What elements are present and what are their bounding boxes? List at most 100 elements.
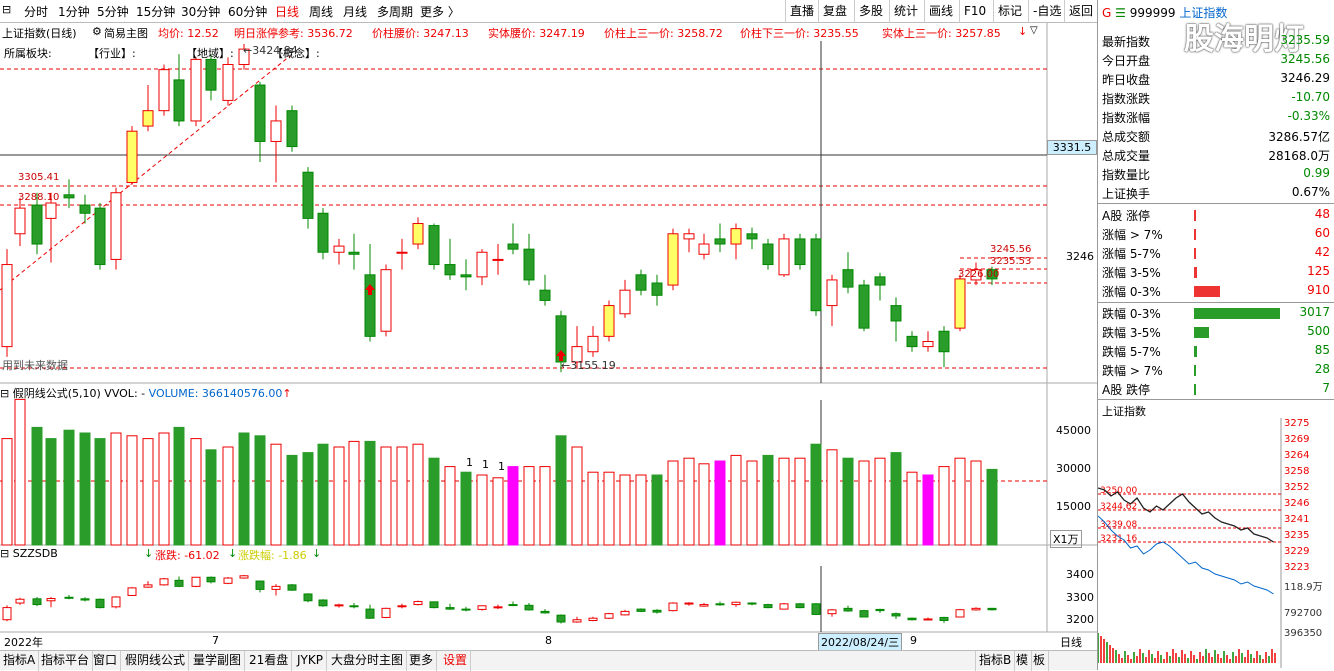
tab-60min[interactable]: 60分钟 xyxy=(228,3,267,20)
breadth-bar xyxy=(1194,248,1196,259)
tab-21-watch[interactable]: 21看盘 xyxy=(246,651,293,671)
gear-icon[interactable]: ⚙ xyxy=(92,25,102,38)
up-row[interactable]: 涨幅 5-7% 42 xyxy=(1102,244,1330,262)
menu-icon[interactable]: ☰ xyxy=(1115,6,1126,20)
annotation-3288: 3288.10 xyxy=(18,192,60,203)
volume-bar-10 xyxy=(158,432,170,546)
remove-watchlist-button[interactable]: -自选 xyxy=(1028,0,1065,23)
tab-1min[interactable]: 1分钟 xyxy=(58,3,90,20)
breadth-bar xyxy=(1194,229,1196,240)
breadth-bar xyxy=(1194,384,1196,395)
collapse-icon[interactable]: ⊟ xyxy=(2,3,22,20)
limit-up-ref: 明日涨停参考: 3536.72 xyxy=(234,27,353,40)
lower-third-price: 价柱下三一价: 3235.55 xyxy=(740,27,859,40)
industry-label[interactable]: 【行业】: xyxy=(88,45,136,61)
down-row[interactable]: A股 跌停 7 xyxy=(1102,380,1330,398)
volume-bar-49 xyxy=(778,457,790,546)
down-row[interactable]: 跌幅 > 7% 28 xyxy=(1102,361,1330,379)
sz-down-arrow-3: ↓ xyxy=(312,547,322,560)
multi-stock-button[interactable]: 多股 xyxy=(854,0,887,23)
tab-monthly[interactable]: 月线 xyxy=(343,3,367,20)
f10-button[interactable]: F10 xyxy=(959,0,990,23)
expand-icon[interactable]: ▽ xyxy=(1030,25,1038,36)
tab-indicator-platform[interactable]: 指标平台 xyxy=(38,651,94,671)
row-label: A股 跌停 xyxy=(1102,383,1151,397)
up-row[interactable]: 涨幅 0-3% 910 xyxy=(1102,282,1330,300)
main-chart-menu[interactable]: 简易主图 xyxy=(104,25,148,41)
sz-body-38 xyxy=(604,613,614,619)
tab-5min[interactable]: 5分钟 xyxy=(97,3,129,20)
tab-multi-period[interactable]: 多周期 xyxy=(377,3,413,20)
sz-body-51 xyxy=(811,603,821,615)
tab-window[interactable]: 窗口 xyxy=(90,651,122,671)
intraday-axis-label: 3229 xyxy=(1284,546,1309,557)
sz-body-12 xyxy=(191,576,201,587)
volume-bar-51 xyxy=(810,443,822,546)
candle-body-32 xyxy=(507,243,519,250)
tab-30min[interactable]: 30分钟 xyxy=(181,3,220,20)
candle-body-17 xyxy=(270,120,282,142)
tab-15min[interactable]: 15分钟 xyxy=(136,3,175,20)
sz-body-42 xyxy=(668,602,678,612)
down-row[interactable]: 跌幅 5-7% 85 xyxy=(1102,342,1330,360)
volume-panel-header: ⊟ 假阴线公式(5,10) VVOL: - VOLUME: 366140576.… xyxy=(0,387,292,400)
tab-weekly[interactable]: 周线 xyxy=(309,3,333,20)
up-row[interactable]: 涨幅 > 7% 60 xyxy=(1102,225,1330,243)
sz-body-17 xyxy=(271,585,281,590)
tab-daily[interactable]: 日线 xyxy=(275,3,299,20)
body-waist-price: 实体腰价: 3247.19 xyxy=(488,27,585,40)
collapse-sz-icon[interactable]: ⊟ xyxy=(0,547,9,560)
volume-bar-32 xyxy=(507,466,519,546)
row-value: 0.99 xyxy=(1303,166,1330,180)
candle-body-38 xyxy=(603,305,615,337)
sz-body-53 xyxy=(843,607,853,612)
tab-fake-yin-formula[interactable]: 假阴线公式 xyxy=(122,651,190,671)
candle-body-51 xyxy=(810,238,822,312)
intraday-chart[interactable]: 3275 3269 3264 3258 3252 3246 3241 3235 3229 3223… xyxy=(1098,418,1334,668)
arrow-down-icon[interactable]: ↓ xyxy=(1018,25,1027,38)
intraday-axis-label: 3269 xyxy=(1284,434,1309,445)
tab-indicator-b[interactable]: 指标B xyxy=(975,651,1016,671)
volume-bar-34 xyxy=(539,466,551,546)
back-button[interactable]: 返回 xyxy=(1064,0,1097,23)
g-badge[interactable]: G xyxy=(1102,6,1111,20)
tab-indicator-a[interactable]: 指标A xyxy=(0,651,40,671)
cursor-date: 2022/08/24/三 xyxy=(818,633,903,651)
row-label: 涨幅 > 7% xyxy=(1102,228,1163,242)
sz-body-48 xyxy=(763,604,773,609)
tab-jykp[interactable]: JYKP xyxy=(294,651,327,671)
sz-body-36 xyxy=(572,619,582,623)
tab-settings[interactable]: 设置 xyxy=(440,651,472,671)
region-label[interactable]: 【地域】: xyxy=(186,45,234,61)
row-value: 85 xyxy=(1314,343,1330,357)
review-button[interactable]: 复盘 xyxy=(818,0,851,23)
collapse-volume-icon[interactable]: ⊟ xyxy=(0,387,9,400)
tab-more[interactable]: 更多 〉 xyxy=(420,3,460,20)
sz-title[interactable]: SZZSDB xyxy=(13,547,58,560)
price-axis-highlight: 3331.5 xyxy=(1047,140,1097,155)
up-row[interactable]: 涨幅 3-5% 125 xyxy=(1102,263,1330,281)
candle-body-20 xyxy=(317,212,329,253)
intraday-title: 上证指数 xyxy=(1102,405,1146,418)
tab-ban[interactable]: 板 xyxy=(1030,651,1050,671)
tab-market-intraday[interactable]: 大盘分时主图 xyxy=(328,651,408,671)
tab-fenshi[interactable]: 分时 xyxy=(24,3,48,20)
sz-body-16 xyxy=(255,580,265,590)
live-button[interactable]: 直播 xyxy=(785,0,818,23)
volume-formula-title[interactable]: 假阴线公式(5,10) xyxy=(13,387,101,400)
period-label-daily[interactable]: 日线 xyxy=(1060,634,1082,650)
down-row[interactable]: 跌幅 3-5% 500 xyxy=(1102,323,1330,341)
stats-button[interactable]: 统计 xyxy=(889,0,922,23)
tab-more-bottom[interactable]: 更多 xyxy=(406,651,438,671)
sz-body-61 xyxy=(971,607,981,611)
tab-volume-sub-chart[interactable]: 量学副图 xyxy=(190,651,246,671)
candle-body-8 xyxy=(126,130,138,183)
volume-bar-31 xyxy=(492,477,504,546)
annotation-high: ←3424.84 xyxy=(243,44,298,57)
up-row[interactable]: A股 涨停 48 xyxy=(1102,206,1330,224)
volume-bar-45 xyxy=(714,460,726,546)
mark-button[interactable]: 标记 xyxy=(993,0,1026,23)
breadth-bar xyxy=(1194,308,1280,319)
draw-button[interactable]: 画线 xyxy=(924,0,957,23)
down-row[interactable]: 跌幅 0-3% 3017 xyxy=(1102,304,1330,322)
